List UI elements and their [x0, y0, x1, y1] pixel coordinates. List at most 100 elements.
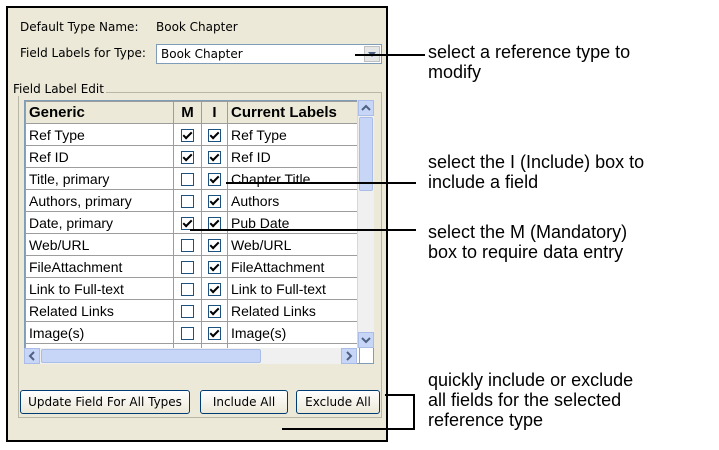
include-cell	[201, 321, 228, 344]
annotation-line: all fields for the selected	[428, 390, 622, 410]
mandatory-checkbox[interactable]	[181, 151, 194, 165]
exclude-all-button[interactable]: Exclude All	[296, 390, 380, 414]
field-label-dialog: Default Type Name: Book Chapter Field La…	[6, 6, 388, 442]
include-cell	[201, 299, 228, 322]
current-label-cell[interactable]: Ref ID	[227, 145, 360, 168]
generic-field-cell: Image(s)	[25, 321, 174, 344]
table-row[interactable]: Ref Type Ref Type	[25, 123, 360, 146]
scroll-left-button[interactable]	[24, 348, 40, 364]
mandatory-cell	[173, 255, 202, 278]
mandatory-cell	[173, 167, 202, 190]
mandatory-checkbox[interactable]	[181, 195, 194, 209]
callout-line-include-all	[282, 428, 415, 430]
table-header-row: Generic M I Current Labels	[25, 101, 360, 124]
include-cell	[201, 145, 228, 168]
include-all-button[interactable]: Include All	[200, 390, 288, 414]
generic-field-cell: Ref ID	[25, 145, 174, 168]
reference-type-select[interactable]: Book Chapter	[156, 44, 382, 64]
generic-field-cell: Ref Type	[25, 123, 174, 146]
generic-field-cell: Title, primary	[25, 167, 174, 190]
field-grid: Generic M I Current Labels Ref Type Ref T…	[24, 100, 374, 364]
callout-line-include	[226, 182, 416, 184]
annotation-line: select a reference type to	[428, 42, 631, 62]
table-row[interactable]: Image(s) Image(s)	[25, 321, 360, 344]
field-labels-for-type-label: Field Labels for Type:	[20, 46, 146, 60]
mandatory-checkbox[interactable]	[181, 239, 194, 253]
mandatory-cell	[173, 277, 202, 300]
callout-line-mandatory	[190, 229, 416, 231]
include-cell	[201, 167, 228, 190]
include-cell	[201, 233, 228, 256]
current-label-cell[interactable]: Ref Type	[227, 123, 360, 146]
annotation-line: modify	[428, 62, 482, 82]
vertical-scrollbar[interactable]	[357, 100, 374, 348]
reference-type-value: Book Chapter	[161, 47, 243, 61]
column-header-generic[interactable]: Generic	[25, 101, 174, 124]
annotation-include-exclude: quickly include or exclude all fields fo…	[428, 370, 633, 430]
mandatory-checkbox[interactable]	[181, 173, 194, 187]
table-row[interactable]: Ref ID Ref ID	[25, 145, 360, 168]
horizontal-scroll-thumb[interactable]	[41, 349, 261, 363]
table-row[interactable]: FileAttachment FileAttachment	[25, 255, 360, 278]
mandatory-cell	[173, 145, 202, 168]
mandatory-cell	[173, 189, 202, 212]
update-field-for-all-types-button[interactable]: Update Field For All Types	[20, 390, 190, 414]
include-cell	[201, 123, 228, 146]
include-cell	[201, 255, 228, 278]
chevron-down-icon	[361, 337, 371, 344]
table-row[interactable]: Authors, primary Authors	[25, 189, 360, 212]
include-checkbox[interactable]	[208, 305, 221, 319]
default-type-value: Book Chapter	[156, 20, 238, 34]
scroll-down-button[interactable]	[358, 332, 374, 348]
vertical-scroll-thumb[interactable]	[359, 117, 373, 191]
annotation-line: box to require data entry	[428, 242, 624, 262]
include-checkbox[interactable]	[208, 239, 221, 253]
current-label-cell[interactable]: Image(s)	[227, 321, 360, 344]
current-label-cell[interactable]: Authors	[227, 189, 360, 212]
column-header-i[interactable]: I	[201, 101, 228, 124]
annotation-include: select the I (Include) box to include a …	[428, 152, 644, 192]
include-cell	[201, 189, 228, 212]
include-checkbox[interactable]	[208, 173, 221, 187]
mandatory-checkbox[interactable]	[181, 305, 194, 319]
current-label-cell[interactable]: FileAttachment	[227, 255, 360, 278]
chevron-up-icon	[361, 104, 371, 111]
chevron-right-icon	[346, 351, 353, 361]
mandatory-checkbox[interactable]	[181, 327, 194, 341]
table-row[interactable]: Link to Full-text Link to Full-text	[25, 277, 360, 300]
column-header-current-labels[interactable]: Current Labels	[227, 101, 360, 124]
mandatory-checkbox[interactable]	[181, 129, 194, 143]
mandatory-cell	[173, 299, 202, 322]
include-checkbox[interactable]	[208, 327, 221, 341]
horizontal-scrollbar[interactable]	[24, 348, 357, 364]
current-label-cell[interactable]: Web/URL	[227, 233, 360, 256]
annotation-line: select the M (Mandatory)	[428, 222, 628, 242]
generic-field-cell: Related Links	[25, 299, 174, 322]
current-label-cell[interactable]: Related Links	[227, 299, 360, 322]
generic-field-cell: FileAttachment	[25, 255, 174, 278]
generic-field-cell: Link to Full-text	[25, 277, 174, 300]
generic-field-cell: Web/URL	[25, 233, 174, 256]
generic-field-cell: Date, primary	[25, 211, 174, 234]
include-checkbox[interactable]	[208, 151, 221, 165]
table-row[interactable]: Web/URL Web/URL	[25, 233, 360, 256]
include-checkbox[interactable]	[208, 195, 221, 209]
column-header-m[interactable]: M	[173, 101, 202, 124]
mandatory-checkbox[interactable]	[181, 283, 194, 297]
table-row[interactable]: Related Links Related Links	[25, 299, 360, 322]
current-label-cell[interactable]: Chapter Title	[227, 167, 360, 190]
mandatory-checkbox[interactable]	[181, 261, 194, 275]
default-type-label: Default Type Name:	[20, 20, 139, 34]
table-row[interactable]: Title, primary Chapter Title	[25, 167, 360, 190]
mandatory-cell	[173, 321, 202, 344]
callout-line-bracket	[413, 394, 415, 430]
current-label-cell[interactable]: Link to Full-text	[227, 277, 360, 300]
scroll-up-button[interactable]	[358, 100, 374, 116]
scroll-right-button[interactable]	[341, 348, 357, 364]
include-checkbox[interactable]	[208, 261, 221, 275]
include-checkbox[interactable]	[208, 129, 221, 143]
generic-field-cell: Authors, primary	[25, 189, 174, 212]
annotation-select-type: select a reference type to modify	[428, 42, 630, 82]
include-checkbox[interactable]	[208, 283, 221, 297]
mandatory-cell	[173, 123, 202, 146]
